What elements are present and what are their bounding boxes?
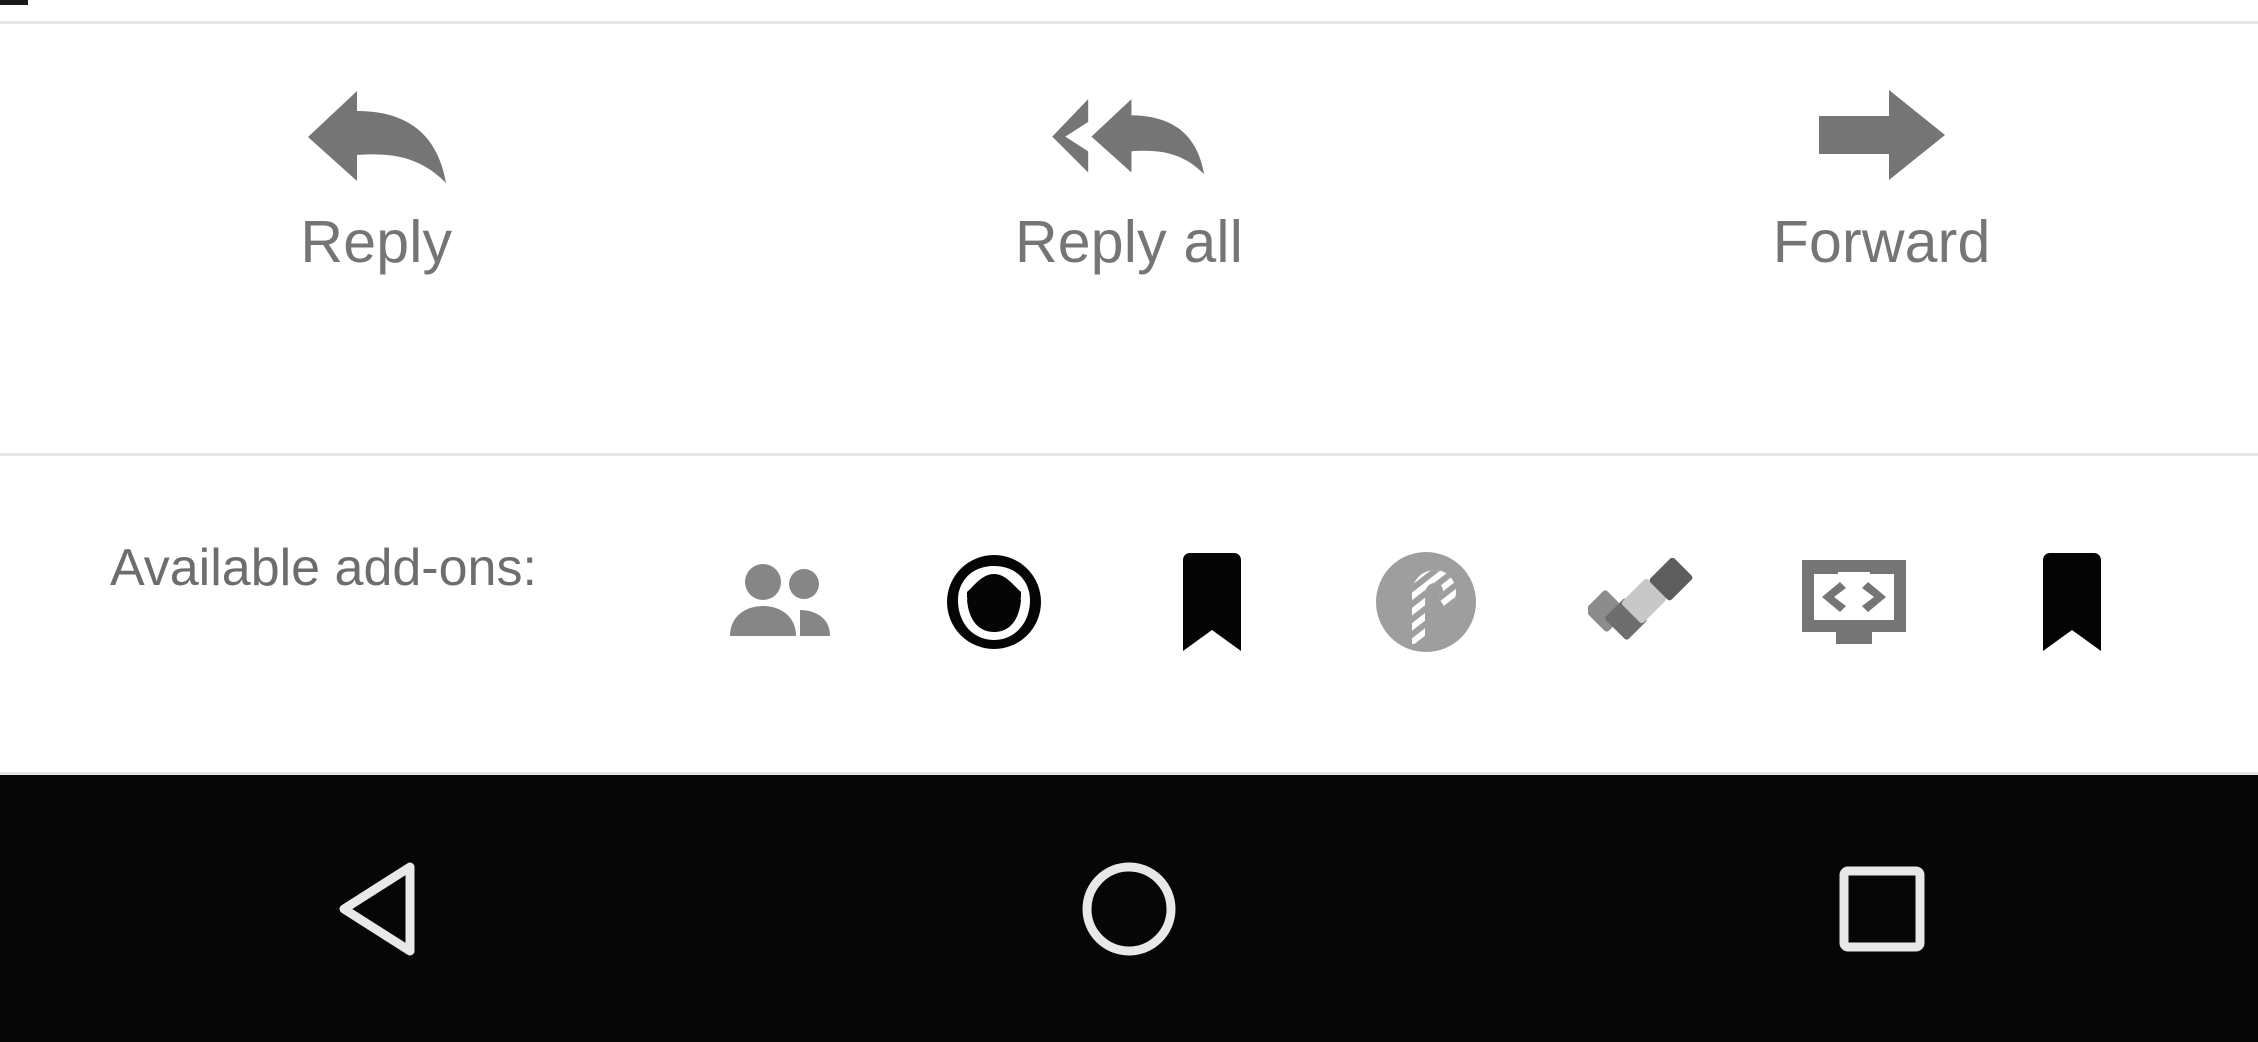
addons-strip[interactable]: Available add-ons: xyxy=(0,456,2258,772)
avatar-face-icon xyxy=(944,552,1044,652)
bookmark-icon xyxy=(1177,552,1247,652)
message-action-bar: Reply Reply all Forward xyxy=(0,24,2258,453)
bookmark-icon xyxy=(2037,552,2107,652)
addon-candy-cane-button[interactable] xyxy=(1372,548,1480,656)
clipped-top-element xyxy=(0,0,28,5)
contacts-people-icon xyxy=(726,562,834,642)
addon-tasks-check-button[interactable] xyxy=(1588,548,1696,656)
home-circle-icon xyxy=(1081,861,1177,957)
addon-code-screen-button[interactable] xyxy=(1800,548,1908,656)
reply-button[interactable]: Reply xyxy=(0,24,753,272)
recents-square-icon xyxy=(1838,865,1926,953)
nav-recents-button[interactable] xyxy=(1505,775,2258,1042)
reply-all-icon xyxy=(1049,89,1209,181)
addon-bookmark-button-2[interactable] xyxy=(2018,548,2126,656)
addon-avatar-face-button[interactable] xyxy=(940,548,1048,656)
back-triangle-icon xyxy=(334,861,418,957)
candy-cane-circle-icon xyxy=(1372,548,1480,656)
addon-contacts-people-button[interactable] xyxy=(726,548,834,656)
forward-icon xyxy=(1802,89,1962,181)
reply-icon xyxy=(296,89,456,183)
addon-bookmark-button-1[interactable] xyxy=(1158,548,1266,656)
reply-all-button[interactable]: Reply all xyxy=(753,24,1506,272)
code-screen-icon xyxy=(1798,556,1910,648)
reply-button-label: Reply xyxy=(300,209,453,275)
tasks-check-icon xyxy=(1588,558,1696,646)
addons-label: Available add-ons: xyxy=(110,539,537,597)
nav-back-button[interactable] xyxy=(0,775,753,1042)
reply-all-button-label: Reply all xyxy=(1014,209,1244,275)
forward-button-label: Forward xyxy=(1772,209,1991,275)
nav-home-button[interactable] xyxy=(753,775,1506,1042)
screen-root: Reply Reply all Forward Available add-on… xyxy=(0,0,2258,1042)
forward-button[interactable]: Forward xyxy=(1505,24,2258,272)
android-navigation-bar xyxy=(0,775,2258,1042)
